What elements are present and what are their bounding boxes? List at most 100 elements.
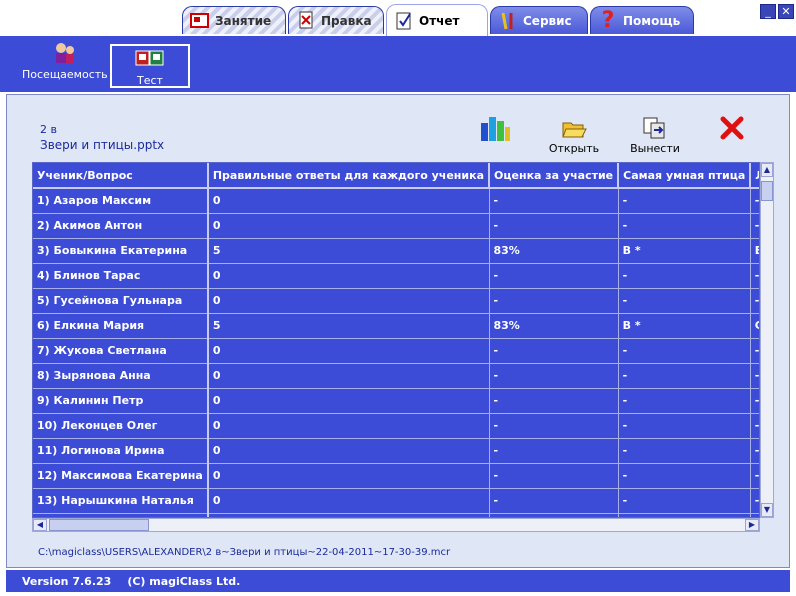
result-cell[interactable]: - [618,288,751,314]
result-cell[interactable]: - [750,488,759,514]
table-row[interactable]: 11) Логинова Ирина 0- - - [33,438,759,464]
chart-button[interactable] [474,114,514,142]
student-name-cell[interactable]: 12) Максимова Екатерина [33,463,209,489]
result-cell[interactable]: - [750,363,759,389]
attendance-button[interactable]: Посещаемость [22,40,108,81]
result-cell[interactable]: 0 [207,288,490,314]
scroll-left-icon[interactable]: ◀ [33,519,47,531]
result-cell[interactable]: - [750,438,759,464]
student-name-cell[interactable]: 4) Блинов Тарас [33,263,209,289]
result-cell[interactable]: - [750,263,759,289]
result-cell[interactable]: - [489,263,619,289]
table-row[interactable]: 12) Максимова Екатерина 0- - - [33,463,759,489]
minimize-button[interactable]: _ [760,4,776,19]
open-button[interactable]: Открыть [548,114,600,155]
result-cell[interactable]: - [489,213,619,239]
result-cell[interactable]: - [489,413,619,439]
result-cell[interactable]: 0 [207,438,490,464]
student-name-cell[interactable]: 8) Зырянова Анна [33,363,209,389]
student-name-cell[interactable]: 9) Калинин Петр [33,388,209,414]
result-cell[interactable]: - [618,363,751,389]
scroll-up-icon[interactable]: ▲ [761,163,773,177]
table-row[interactable]: 7) Жукова Светлана 0- - - [33,338,759,364]
result-cell[interactable]: - [489,388,619,414]
column-header[interactable]: Самая умная птица [618,163,752,189]
table-row[interactable]: 5) Гусейнова Гульнара 0- - - [33,288,759,314]
student-name-cell[interactable]: 6) Елкина Мария [33,313,209,339]
result-cell[interactable]: 83% [489,313,619,339]
test-button[interactable]: Тест [110,44,190,88]
result-cell[interactable]: - [618,463,751,489]
result-cell[interactable]: 0 [207,413,490,439]
table-row[interactable]: 9) Калинин Петр 0- - - [33,388,759,414]
student-name-cell[interactable]: 7) Жукова Светлана [33,338,209,364]
scroll-right-icon[interactable]: ▶ [745,519,759,531]
table-row[interactable]: 10) Леконцев Олег 0- - - [33,413,759,439]
result-cell[interactable]: - [750,338,759,364]
result-cell[interactable]: 0 [207,488,490,514]
result-cell[interactable]: 5 [207,313,490,339]
tab-lesson[interactable]: Занятие [182,6,286,34]
result-cell[interactable]: - [489,338,619,364]
result-cell[interactable]: - [618,338,751,364]
tab-edit[interactable]: Правка [288,6,384,34]
result-cell[interactable]: - [618,488,751,514]
result-cell[interactable]: 0 [207,338,490,364]
tab-service[interactable]: Сервис [490,6,588,34]
result-cell[interactable]: - [618,438,751,464]
result-cell[interactable]: 0 [207,463,490,489]
student-name-cell[interactable]: 3) Бовыкина Екатерина [33,238,209,264]
student-name-cell[interactable]: 13) Нарышкина Наталья [33,488,209,514]
table-row[interactable]: 8) Зырянова Анна 0- - - [33,363,759,389]
table-row[interactable]: 1) Азаров Максим 0- - - [33,188,759,214]
result-cell[interactable]: 0 [207,263,490,289]
result-cell[interactable]: - [618,413,751,439]
close-report-button[interactable] [712,114,752,142]
result-cell[interactable]: 0 [207,213,490,239]
result-cell[interactable]: E [750,238,759,264]
result-cell[interactable]: 0 [207,363,490,389]
export-button[interactable]: Вынести [628,114,682,155]
column-header[interactable]: Правильные ответы для каждого ученика [207,163,491,189]
table-row[interactable]: 6) Елкина Мария583%B *C * [33,313,759,339]
vertical-scroll-thumb[interactable] [761,181,773,201]
result-cell[interactable]: 5 [207,238,490,264]
result-cell[interactable]: C * [750,313,759,339]
result-cell[interactable]: - [750,188,759,214]
result-cell[interactable]: - [489,463,619,489]
result-cell[interactable]: - [618,388,751,414]
result-cell[interactable]: - [750,463,759,489]
result-cell[interactable]: 0 [207,388,490,414]
close-window-button[interactable]: ✕ [778,4,794,19]
result-cell[interactable]: 83% [489,238,619,264]
result-cell[interactable]: - [750,388,759,414]
table-row[interactable]: 3) Бовыкина Екатерина583%B *E [33,238,759,264]
table-row[interactable]: 4) Блинов Тарас 0- - - [33,263,759,289]
student-name-cell[interactable]: 10) Леконцев Олег [33,413,209,439]
result-cell[interactable]: - [489,363,619,389]
column-header[interactable]: Ученик/Вопрос [33,163,209,189]
result-cell[interactable]: 0 [207,188,490,214]
result-cell[interactable]: - [489,188,619,214]
result-cell[interactable]: - [618,188,751,214]
scroll-down-icon[interactable]: ▼ [761,503,773,517]
student-name-cell[interactable]: 5) Гусейнова Гульнара [33,288,209,314]
result-cell[interactable]: B * [618,313,751,339]
result-cell[interactable]: B * [618,238,751,264]
result-cell[interactable]: - [750,213,759,239]
table-row[interactable]: 2) Акимов Антон 0- - - [33,213,759,239]
student-name-cell[interactable]: 11) Логинова Ирина [33,438,209,464]
student-name-cell[interactable]: 2) Акимов Антон [33,213,209,239]
result-cell[interactable]: - [489,488,619,514]
result-cell[interactable]: - [750,413,759,439]
horizontal-scroll-thumb[interactable] [49,519,149,531]
student-name-cell[interactable]: 1) Азаров Максим [33,188,209,214]
table-row[interactable]: 13) Нарышкина Наталья 0- - - [33,488,759,514]
result-cell[interactable]: - [489,288,619,314]
result-cell[interactable]: - [618,263,751,289]
column-header[interactable]: Оценка за участие [489,163,620,189]
result-cell[interactable]: - [489,438,619,464]
horizontal-scrollbar[interactable]: ◀ ▶ [32,518,760,532]
column-header[interactable]: Лучш [750,163,759,189]
result-cell[interactable]: - [750,288,759,314]
